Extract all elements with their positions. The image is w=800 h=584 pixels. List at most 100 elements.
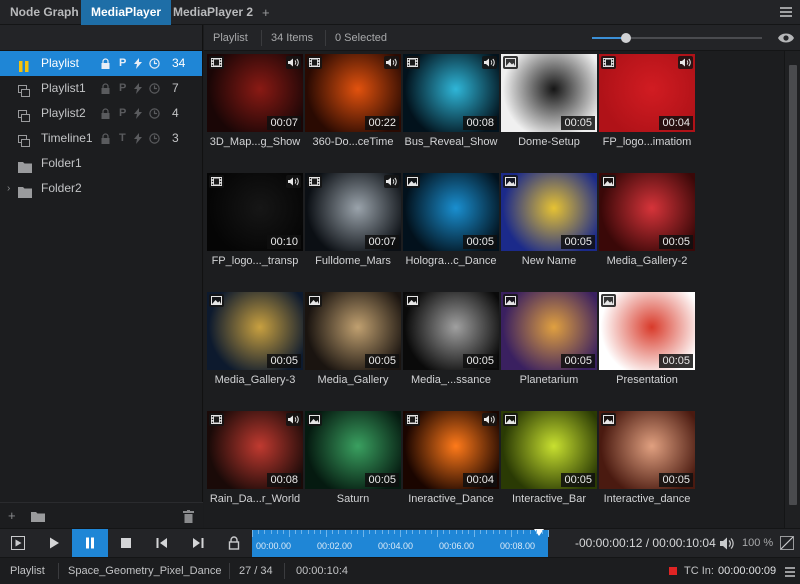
media-thumbnail[interactable]: 00:05 [403, 292, 499, 370]
grid-scrollbar[interactable] [784, 51, 800, 528]
media-thumbnail[interactable]: 00:22 [305, 54, 401, 132]
media-thumbnail[interactable]: 00:05 [599, 292, 695, 370]
tab-node-graph[interactable]: Node Graph [0, 0, 89, 25]
next-button[interactable] [180, 529, 216, 558]
play-from-start-button[interactable] [0, 529, 36, 558]
media-tile[interactable]: 00:05 Saturn [305, 411, 401, 509]
media-thumbnail[interactable]: 00:07 [305, 173, 401, 251]
media-tile[interactable]: 00:05 Planetarium [501, 292, 597, 390]
media-tile[interactable]: 00:10 FP_logo..._transp [207, 173, 303, 271]
tree-item[interactable]: Timeline1 T 3 [0, 126, 202, 151]
media-tile[interactable]: 00:05 Media_Gallery [305, 292, 401, 390]
tree-item[interactable]: Folder1 [0, 151, 202, 176]
mode-flag[interactable]: P [119, 51, 126, 76]
media-tile[interactable]: 00:05 Hologra...c_Dance [403, 173, 499, 271]
media-duration: 00:08 [267, 473, 301, 487]
thumbnail-size-slider[interactable] [592, 33, 762, 43]
timeline-label: 00:02.00 [317, 541, 353, 551]
timeline-scrubber[interactable]: 00:00.00 00:02.00 00:04.00 00:06.00 00:08.00 [252, 529, 549, 557]
media-thumbnail[interactable]: 00:05 [501, 54, 597, 132]
status-menu-icon[interactable] [785, 566, 795, 580]
add-icon[interactable]: + [8, 508, 16, 523]
media-thumbnail[interactable]: 00:05 [501, 173, 597, 251]
media-tile[interactable]: 00:04 FP_logo...imatiom [599, 54, 695, 152]
media-thumbnail[interactable]: 00:05 [599, 173, 695, 251]
timeline-tick [301, 530, 303, 534]
media-tile[interactable]: 00:07 3D_Map...g_Show [207, 54, 303, 152]
volume-level[interactable]: 100 % [742, 529, 773, 558]
fade-curve-icon[interactable] [780, 536, 794, 553]
clock-icon[interactable] [149, 101, 160, 129]
lock-button[interactable] [216, 529, 252, 558]
clock-icon[interactable] [149, 51, 160, 79]
previous-button[interactable] [144, 529, 180, 558]
media-thumbnail[interactable]: 00:10 [207, 173, 303, 251]
timeline-tick [511, 530, 512, 537]
volume-icon[interactable] [720, 537, 734, 553]
hamburger-menu-icon[interactable] [780, 7, 792, 17]
eye-icon[interactable] [778, 32, 794, 47]
add-tab-button[interactable]: + [262, 0, 270, 25]
timeline-tick [535, 530, 537, 534]
media-tile[interactable]: 00:05 Media_Gallery-3 [207, 292, 303, 390]
media-thumbnail[interactable]: 00:04 [599, 54, 695, 132]
slider-handle[interactable] [621, 33, 631, 43]
media-tile[interactable]: 00:05 Interactive_dance [599, 411, 695, 509]
clock-icon[interactable] [149, 126, 160, 154]
media-thumbnail[interactable]: 00:05 [599, 411, 695, 489]
tree-item-count: 3 [172, 131, 179, 145]
media-thumbnail[interactable]: 00:08 [403, 54, 499, 132]
lock-icon[interactable] [101, 126, 110, 154]
media-tile[interactable]: 00:07 Fulldome_Mars [305, 173, 401, 271]
lightning-icon[interactable] [134, 126, 142, 154]
tree-item[interactable]: › Folder2 [0, 176, 202, 201]
media-thumbnail[interactable]: 00:05 [207, 292, 303, 370]
media-thumbnail[interactable]: 00:05 [305, 292, 401, 370]
media-thumbnail[interactable]: 00:07 [207, 54, 303, 132]
tree-item[interactable]: Playlist2 P 4 [0, 101, 202, 126]
media-name: 360-Do...ceTime [312, 136, 394, 148]
lock-icon[interactable] [101, 101, 110, 129]
media-tile[interactable]: 00:05 Interactive_Bar [501, 411, 597, 509]
tree-item-flags: P [101, 76, 163, 101]
media-thumbnail[interactable]: 00:05 [403, 173, 499, 251]
tab-mediaplayer-2[interactable]: MediaPlayer 2 [163, 0, 263, 25]
film-icon [209, 175, 224, 188]
pause-button[interactable] [72, 529, 108, 558]
media-tile[interactable]: 00:08 Rain_Da...r_World [207, 411, 303, 509]
lightning-icon[interactable] [134, 76, 142, 104]
scrollbar-thumb[interactable] [789, 65, 797, 505]
tree-item[interactable]: Playlist1 P 7 [0, 76, 202, 101]
trash-icon[interactable] [183, 510, 194, 526]
status-index: 27 / 34 [239, 565, 273, 577]
media-thumbnail[interactable]: 00:04 [403, 411, 499, 489]
play-button[interactable] [36, 529, 72, 558]
folder-add-icon[interactable] [31, 511, 45, 525]
media-tile[interactable]: 00:08 Bus_Reveal_Show [403, 54, 499, 152]
chevron-right-icon[interactable]: › [7, 176, 10, 201]
media-tile[interactable]: 00:05 Media_...ssance [403, 292, 499, 390]
transport-bar: 00:00.00 00:02.00 00:04.00 00:06.00 00:08.00… [0, 528, 800, 558]
media-tile[interactable]: 00:05 New Name [501, 173, 597, 271]
tree-item[interactable]: Playlist P 34 [0, 51, 202, 76]
tab-mediaplayer[interactable]: MediaPlayer [81, 0, 172, 25]
lightning-icon[interactable] [134, 51, 142, 79]
media-tile[interactable]: 00:22 360-Do...ceTime [305, 54, 401, 152]
media-tile[interactable]: 00:05 Dome-Setup [501, 54, 597, 152]
lightning-icon[interactable] [134, 101, 142, 129]
clock-icon[interactable] [149, 76, 160, 104]
mode-flag[interactable]: T [119, 126, 126, 151]
mode-flag[interactable]: P [119, 76, 126, 101]
mode-flag[interactable]: P [119, 101, 126, 126]
media-tile[interactable]: 00:05 Presentation [599, 292, 695, 390]
media-tile[interactable]: 00:04 Ineractive_Dance [403, 411, 499, 509]
media-thumbnail[interactable]: 00:08 [207, 411, 303, 489]
media-thumbnail[interactable]: 00:05 [501, 411, 597, 489]
lock-icon[interactable] [101, 51, 110, 79]
media-thumbnail[interactable]: 00:05 [305, 411, 401, 489]
stop-button[interactable] [108, 529, 144, 558]
media-thumbnail[interactable]: 00:05 [501, 292, 597, 370]
media-tile[interactable]: 00:05 Media_Gallery-2 [599, 173, 695, 271]
speaker-icon [384, 175, 399, 188]
lock-icon[interactable] [101, 76, 110, 104]
